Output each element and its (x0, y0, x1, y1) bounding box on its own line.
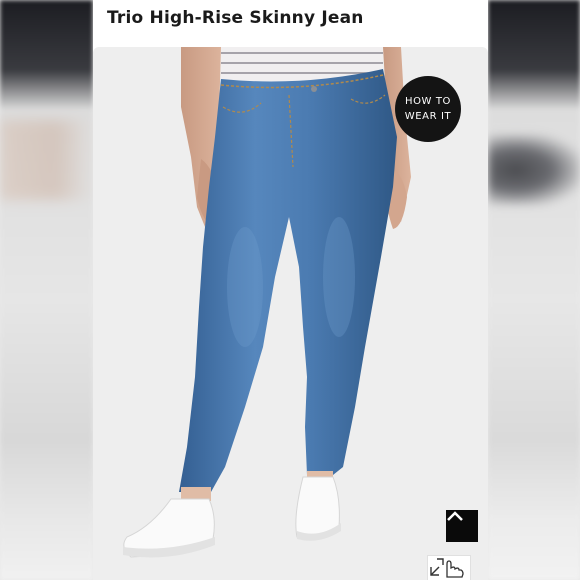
chevron-up-icon (447, 511, 463, 521)
product-title: Trio High-Rise Skinny Jean (107, 8, 364, 28)
how-to-wear-it-badge[interactable]: HOW TO WEAR IT (395, 76, 461, 142)
backdrop-right (488, 0, 580, 580)
product-card: Trio High-Rise Skinny Jean HOW TO WEAR I… (93, 0, 488, 580)
scroll-to-top-button[interactable] (446, 510, 478, 542)
backdrop-left (0, 0, 93, 580)
badge-line-1: HOW TO (404, 96, 452, 107)
zoom-button[interactable] (427, 555, 471, 580)
badge-line-2: WEAR IT (404, 111, 452, 122)
expand-hand-icon (430, 558, 464, 578)
product-image[interactable]: HOW TO WEAR IT (93, 47, 488, 580)
